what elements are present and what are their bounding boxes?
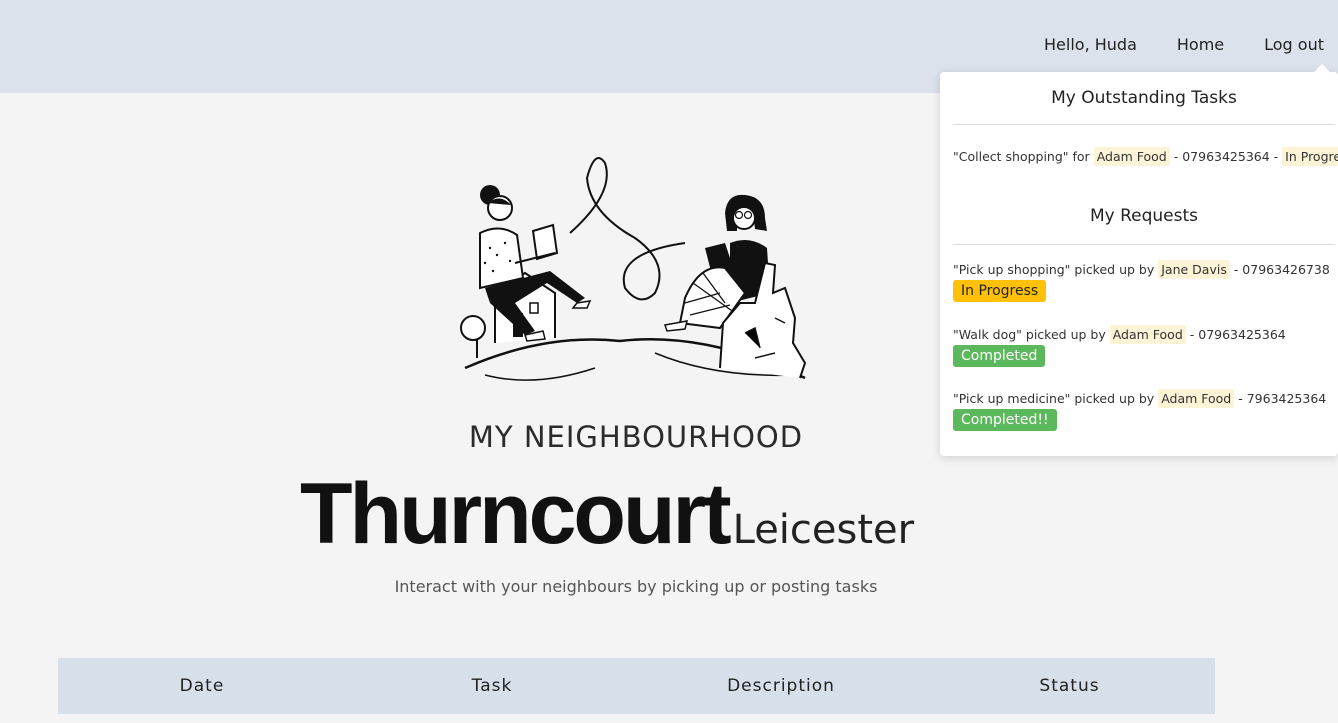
user-dropdown-panel: My Outstanding Tasks "Collect shopping" … xyxy=(940,64,1338,456)
status-badge: Completed xyxy=(953,345,1046,367)
task-text: "Pick up shopping" picked up by xyxy=(953,262,1155,277)
column-header-date[interactable]: Date xyxy=(58,676,346,696)
outstanding-tasks-heading: My Outstanding Tasks xyxy=(1051,88,1237,108)
column-header-description[interactable]: Description xyxy=(638,676,924,696)
phone-number: - 07963426738 xyxy=(1233,262,1330,277)
area-title: Thurncourt Leicester xyxy=(300,465,914,564)
status-badge: Completed!! xyxy=(953,409,1057,431)
column-header-task[interactable]: Task xyxy=(346,676,638,696)
divider xyxy=(953,244,1335,245)
tasks-table-header: Date Task Description Status xyxy=(58,658,1215,714)
phone-number: - 7963425364 xyxy=(1238,391,1327,406)
request-item[interactable]: "Walk dog" picked up by Adam Food - 0796… xyxy=(953,325,1286,344)
nav-links: Hello, Huda Home Log out xyxy=(1044,35,1324,54)
area-name: Thurncourt xyxy=(300,466,732,562)
person-name: Adam Food xyxy=(1093,147,1170,166)
request-item[interactable]: "Pick up shopping" picked up by Jane Dav… xyxy=(953,260,1330,279)
person-name: Adam Food xyxy=(1158,389,1235,408)
column-header-status[interactable]: Status xyxy=(924,676,1215,696)
divider xyxy=(953,124,1335,125)
task-text: "Collect shopping" for xyxy=(953,149,1090,164)
home-link[interactable]: Home xyxy=(1177,35,1224,54)
person-name: Adam Food xyxy=(1109,325,1186,344)
user-greeting[interactable]: Hello, Huda xyxy=(1044,35,1137,54)
outstanding-task-item[interactable]: "Collect shopping" for Adam Food - 07963… xyxy=(953,147,1338,166)
my-requests-heading: My Requests xyxy=(1089,206,1199,226)
neighbours-illustration xyxy=(460,157,807,381)
phone-number: - 07963425364 - xyxy=(1173,149,1279,164)
status-badge: In Progress xyxy=(953,280,1047,302)
phone-number: - 07963425364 xyxy=(1189,327,1286,342)
logout-link[interactable]: Log out xyxy=(1264,35,1324,54)
task-text: "Pick up medicine" picked up by xyxy=(953,391,1155,406)
task-status: In Progress xyxy=(1282,147,1338,166)
request-item[interactable]: "Pick up medicine" picked up by Adam Foo… xyxy=(953,389,1327,408)
city-name: Leicester xyxy=(732,507,915,553)
tagline: Interact with your neighbours by picking… xyxy=(394,577,878,596)
person-name: Jane Davis xyxy=(1158,260,1230,279)
task-text: "Walk dog" picked up by xyxy=(953,327,1106,342)
